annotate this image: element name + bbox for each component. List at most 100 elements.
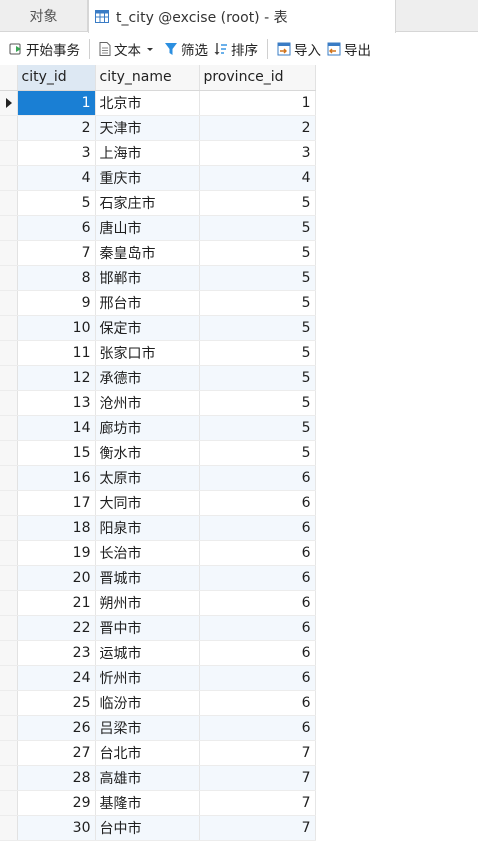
cell-city-name[interactable]: 邯郸市 [95,265,200,291]
table-row[interactable]: 2 天津市 2 [0,115,316,141]
table-row[interactable]: 26 吕梁市 6 [0,715,316,741]
row-selector[interactable] [0,490,18,516]
cell-province-id[interactable]: 4 [199,165,316,191]
cell-province-id[interactable]: 5 [199,415,316,441]
cell-city-name[interactable]: 晋城市 [95,565,200,591]
cell-city-name[interactable]: 晋中市 [95,615,200,641]
cell-city-name[interactable]: 大同市 [95,490,200,516]
table-row[interactable]: 23 运城市 6 [0,640,316,666]
cell-city-name[interactable]: 天津市 [95,115,200,141]
column-header-city-id[interactable]: city_id [17,65,96,91]
cell-province-id[interactable]: 6 [199,590,316,616]
row-selector[interactable] [0,815,18,841]
cell-province-id[interactable]: 7 [199,815,316,841]
row-selector[interactable] [0,290,18,316]
cell-city-id[interactable]: 24 [17,665,96,691]
cell-province-id[interactable]: 7 [199,790,316,816]
import-button[interactable]: 导入 [274,37,324,61]
row-selector[interactable] [0,215,18,241]
cell-province-id[interactable]: 6 [199,715,316,741]
cell-province-id[interactable]: 5 [199,190,316,216]
cell-province-id[interactable]: 5 [199,365,316,391]
cell-city-id[interactable]: 2 [17,115,96,141]
begin-transaction-button[interactable]: 开始事务 [6,37,83,61]
row-selector[interactable] [0,90,18,116]
cell-city-name[interactable]: 忻州市 [95,665,200,691]
cell-province-id[interactable]: 6 [199,540,316,566]
cell-city-id[interactable]: 7 [17,240,96,266]
table-row[interactable]: 15 衡水市 5 [0,440,316,466]
text-button[interactable]: 文本 [96,37,161,61]
row-selector[interactable] [0,765,18,791]
column-header-city-name[interactable]: city_name [95,65,200,91]
cell-city-id[interactable]: 23 [17,640,96,666]
table-row[interactable]: 18 阳泉市 6 [0,515,316,541]
cell-city-id[interactable]: 9 [17,290,96,316]
cell-city-id[interactable]: 1 [17,90,96,116]
filter-button[interactable]: 筛选 [161,37,211,61]
cell-city-name[interactable]: 张家口市 [95,340,200,366]
cell-province-id[interactable]: 5 [199,315,316,341]
row-selector[interactable] [0,740,18,766]
row-selector[interactable] [0,640,18,666]
cell-city-name[interactable]: 太原市 [95,465,200,491]
cell-province-id[interactable]: 2 [199,115,316,141]
cell-city-id[interactable]: 22 [17,615,96,641]
column-header-province-id[interactable]: province_id [199,65,316,91]
cell-province-id[interactable]: 5 [199,265,316,291]
cell-city-id[interactable]: 4 [17,165,96,191]
row-selector[interactable] [0,190,18,216]
cell-city-name[interactable]: 北京市 [95,90,200,116]
cell-province-id[interactable]: 6 [199,565,316,591]
table-row[interactable]: 3 上海市 3 [0,140,316,166]
table-row[interactable]: 16 太原市 6 [0,465,316,491]
cell-city-name[interactable]: 运城市 [95,640,200,666]
cell-city-id[interactable]: 27 [17,740,96,766]
table-row[interactable]: 6 唐山市 5 [0,215,316,241]
cell-city-name[interactable]: 承德市 [95,365,200,391]
cell-city-name[interactable]: 吕梁市 [95,715,200,741]
row-selector[interactable] [0,315,18,341]
cell-city-id[interactable]: 30 [17,815,96,841]
cell-city-id[interactable]: 5 [17,190,96,216]
cell-city-name[interactable]: 临汾市 [95,690,200,716]
table-row[interactable]: 25 临汾市 6 [0,690,316,716]
cell-city-id[interactable]: 15 [17,440,96,466]
cell-province-id[interactable]: 1 [199,90,316,116]
table-row[interactable]: 5 石家庄市 5 [0,190,316,216]
cell-city-id[interactable]: 3 [17,140,96,166]
cell-province-id[interactable]: 6 [199,490,316,516]
row-selector[interactable] [0,665,18,691]
table-row[interactable]: 30 台中市 7 [0,815,316,841]
table-row[interactable]: 12 承德市 5 [0,365,316,391]
cell-city-id[interactable]: 10 [17,315,96,341]
row-selector[interactable] [0,390,18,416]
cell-province-id[interactable]: 6 [199,515,316,541]
row-selector[interactable] [0,165,18,191]
table-row[interactable]: 19 长治市 6 [0,540,316,566]
row-selector[interactable] [0,565,18,591]
cell-city-name[interactable]: 台北市 [95,740,200,766]
cell-city-id[interactable]: 8 [17,265,96,291]
row-selector[interactable] [0,340,18,366]
tab-table-t-city[interactable]: t_city @excise (root) - 表 [88,0,396,33]
row-selector[interactable] [0,140,18,166]
sort-button[interactable]: 排序 [211,37,261,61]
table-row[interactable]: 21 朔州市 6 [0,590,316,616]
cell-city-name[interactable]: 石家庄市 [95,190,200,216]
cell-province-id[interactable]: 5 [199,440,316,466]
table-row[interactable]: 4 重庆市 4 [0,165,316,191]
row-selector[interactable] [0,515,18,541]
cell-province-id[interactable]: 7 [199,765,316,791]
table-row[interactable]: 10 保定市 5 [0,315,316,341]
cell-city-name[interactable]: 重庆市 [95,165,200,191]
cell-city-id[interactable]: 12 [17,365,96,391]
row-selector[interactable] [0,440,18,466]
cell-city-name[interactable]: 唐山市 [95,215,200,241]
table-row[interactable]: 17 大同市 6 [0,490,316,516]
cell-city-id[interactable]: 26 [17,715,96,741]
cell-city-name[interactable]: 沧州市 [95,390,200,416]
row-selector[interactable] [0,590,18,616]
cell-city-id[interactable]: 21 [17,590,96,616]
cell-province-id[interactable]: 3 [199,140,316,166]
